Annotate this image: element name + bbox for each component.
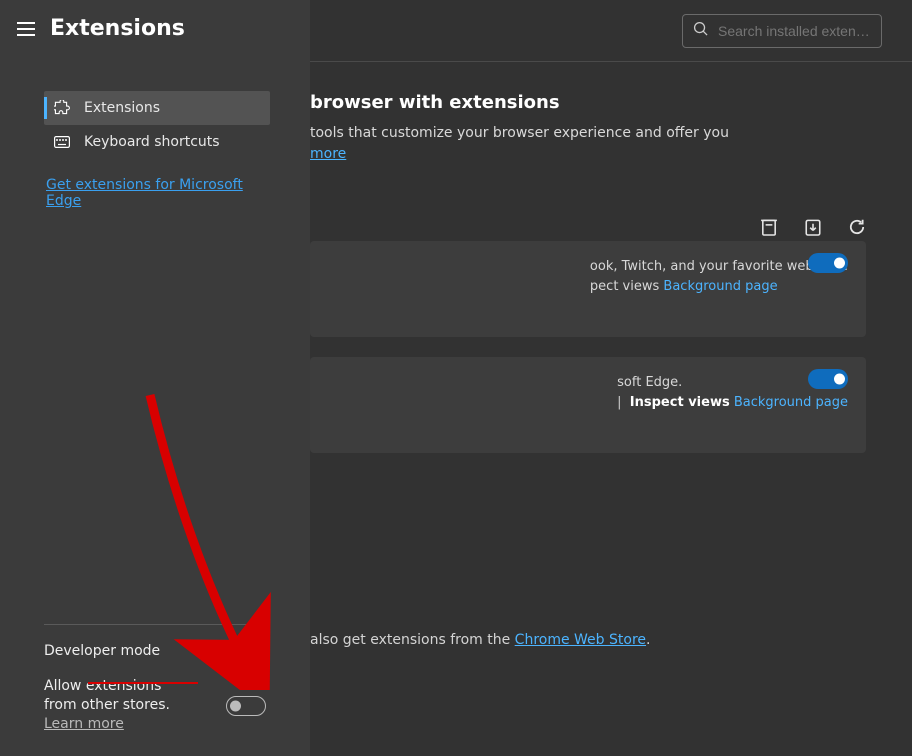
- sidebar-item-extensions[interactable]: Extensions: [44, 91, 270, 125]
- search-icon: [693, 21, 708, 40]
- developer-mode-row: Developer mode: [44, 635, 266, 671]
- puzzle-icon: [54, 100, 70, 116]
- learn-more-link[interactable]: Learn more: [44, 716, 124, 732]
- extension-card: ook, Twitch, and your favorite websites.…: [310, 241, 866, 337]
- remove-icon[interactable]: [760, 218, 778, 236]
- sidebar-header: Extensions: [0, 0, 310, 51]
- intro-section: browser with extensions tools that custo…: [310, 62, 912, 165]
- sidebar-item-label: Keyboard shortcuts: [84, 134, 220, 150]
- other-stores-label: Allow extensions from other stores. Lear…: [44, 677, 194, 734]
- other-stores-toggle[interactable]: [226, 696, 266, 716]
- sidebar-item-label: Extensions: [84, 100, 160, 116]
- store-link[interactable]: Get extensions for Microsoft Edge: [0, 159, 310, 209]
- sidebar-nav: Extensions Keyboard shortcuts: [0, 51, 310, 159]
- intro-more-link[interactable]: more: [310, 146, 346, 162]
- divider: [44, 624, 266, 625]
- intro-body: tools that customize your browser experi…: [310, 123, 882, 165]
- search-input[interactable]: [718, 23, 871, 39]
- developer-mode-label: Developer mode: [44, 642, 160, 661]
- action-icon-row: [760, 218, 866, 236]
- background-page-link[interactable]: Background page: [663, 279, 777, 294]
- content-area: browser with extensions tools that custo…: [310, 62, 912, 453]
- annotation-underline: [88, 682, 198, 684]
- pack-icon[interactable]: [804, 218, 822, 236]
- page-title: Extensions: [50, 16, 185, 41]
- background-page-link[interactable]: Background page: [734, 395, 848, 410]
- intro-title: browser with extensions: [310, 92, 882, 113]
- chrome-web-store-link[interactable]: Chrome Web Store: [515, 632, 646, 648]
- topbar: [310, 0, 912, 62]
- keyboard-icon: [54, 134, 70, 150]
- sidebar-bottom: Developer mode Allow extensions from oth…: [44, 624, 266, 744]
- reload-icon[interactable]: [848, 218, 866, 236]
- extension-cards: ook, Twitch, and your favorite websites.…: [310, 241, 912, 453]
- search-box[interactable]: [682, 14, 882, 48]
- hamburger-icon[interactable]: [14, 17, 38, 41]
- sidebar-item-keyboard-shortcuts[interactable]: Keyboard shortcuts: [44, 125, 270, 159]
- footer-note: also get extensions from the Chrome Web …: [310, 632, 912, 648]
- extension-toggle[interactable]: [808, 369, 848, 389]
- extension-card: soft Edge. | Inspect views Background pa…: [310, 357, 866, 453]
- developer-mode-toggle[interactable]: [226, 641, 266, 661]
- extension-toggle[interactable]: [808, 253, 848, 273]
- sidebar: Extensions Extensions Keyboard shortcuts…: [0, 0, 310, 756]
